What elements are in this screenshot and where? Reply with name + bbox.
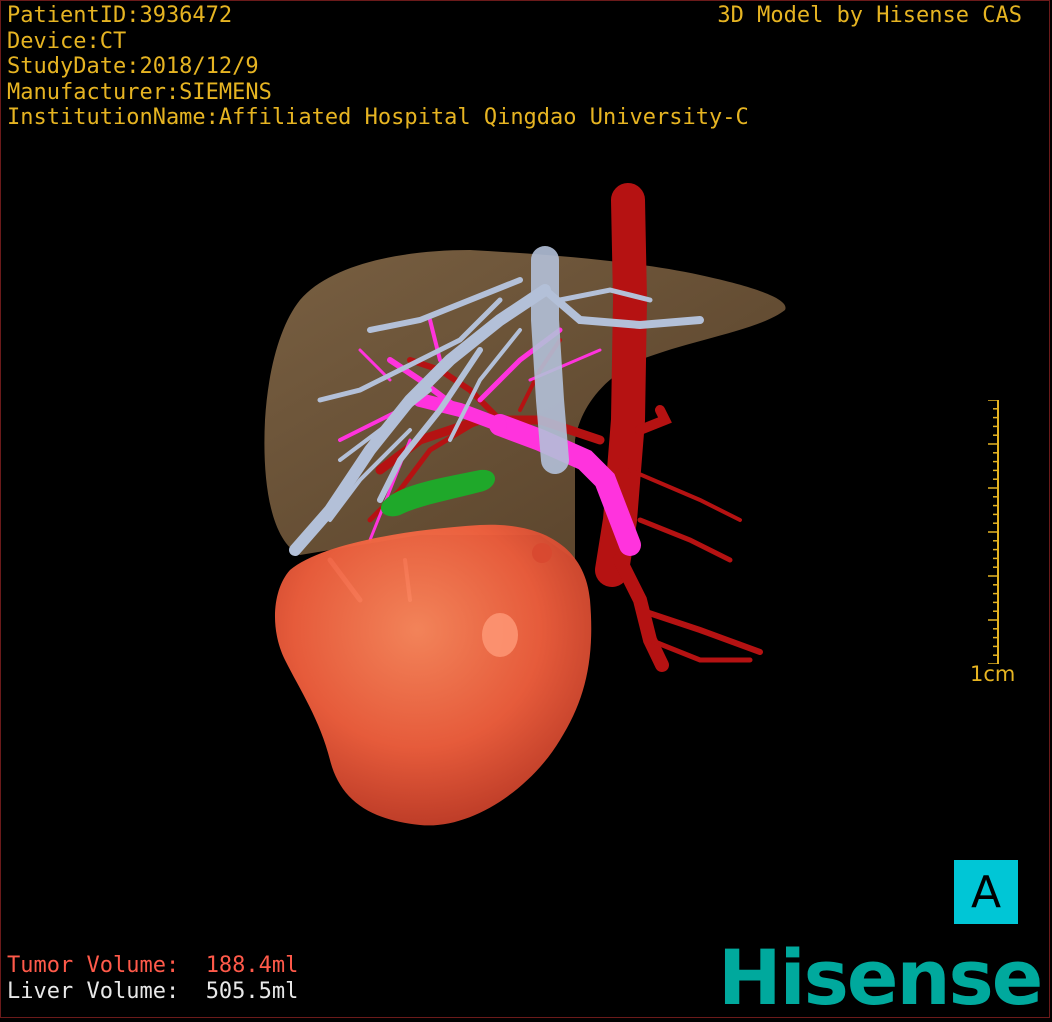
volume-readout: Tumor Volume: 188.4ml Liver Volume: 505.… bbox=[7, 953, 298, 1005]
tumor-highlight bbox=[482, 613, 518, 657]
tumor-volume-row: Tumor Volume: 188.4ml bbox=[7, 953, 298, 979]
3d-render-viewport[interactable] bbox=[0, 0, 1052, 1020]
device-text: Device:CT bbox=[7, 28, 127, 54]
tumor bbox=[274, 524, 592, 826]
patient-info-block: PatientID:3936472 Device:CT StudyDate:20… bbox=[7, 3, 749, 131]
model-credit-text: 3D Model by Hisense CAS bbox=[717, 3, 1022, 28]
liver-volume-label: Liver Volume: bbox=[7, 979, 180, 1004]
orientation-indicator[interactable]: A bbox=[954, 860, 1018, 924]
liver-volume-row: Liver Volume: 505.5ml bbox=[7, 979, 298, 1005]
study-date-text: StudyDate:2018/12/9 bbox=[7, 54, 259, 79]
scale-bar bbox=[988, 400, 999, 664]
tumor-nodule bbox=[532, 543, 552, 563]
tumor-volume-value: 188.4ml bbox=[205, 953, 299, 978]
scale-bar-label: 1cm bbox=[970, 662, 1016, 686]
manufacturer-text: Manufacturer:SIEMENS bbox=[7, 79, 272, 105]
orientation-label: A bbox=[970, 866, 1002, 918]
institution-text: InstitutionName:Affiliated Hospital Qing… bbox=[7, 105, 749, 130]
liver-volume-value: 505.5ml bbox=[205, 979, 299, 1004]
hisense-logo: Hisense bbox=[718, 933, 1043, 1022]
patient-id-text: PatientID:3936472 bbox=[7, 3, 233, 28]
tumor-volume-label: Tumor Volume: bbox=[7, 953, 180, 978]
